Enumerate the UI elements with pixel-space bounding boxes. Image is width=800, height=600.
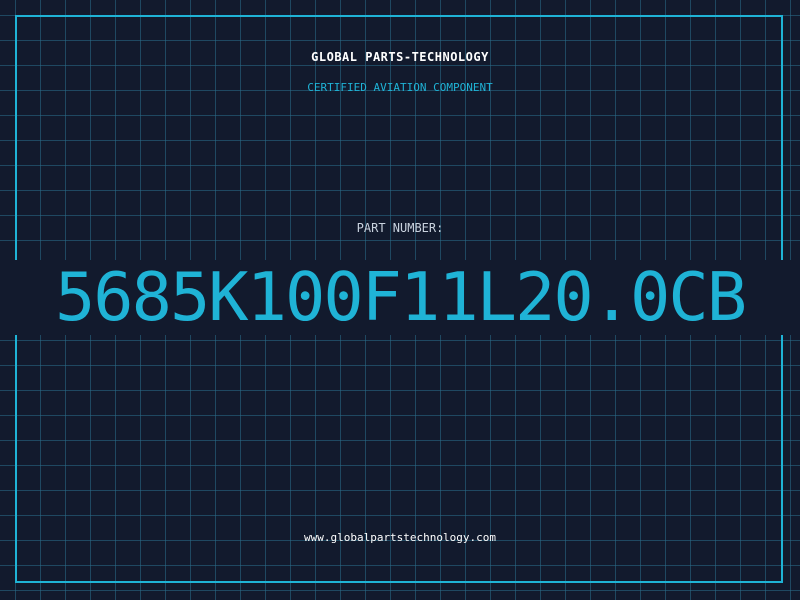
part-number-label: PART NUMBER:	[356, 221, 444, 235]
certification-subtitle: CERTIFIED AVIATION COMPONENT	[307, 81, 493, 94]
part-number-value: 5685K100F11L20.0CB	[54, 260, 747, 335]
part-number-band: 5685K100F11L20.0CB	[0, 260, 800, 335]
company-name: GLOBAL PARTS-TECHNOLOGY	[311, 50, 489, 64]
website-url: www.globalpartstechnology.com	[303, 531, 497, 544]
certificate-card: GLOBAL PARTS-TECHNOLOGY CERTIFIED AVIATI…	[0, 0, 800, 600]
